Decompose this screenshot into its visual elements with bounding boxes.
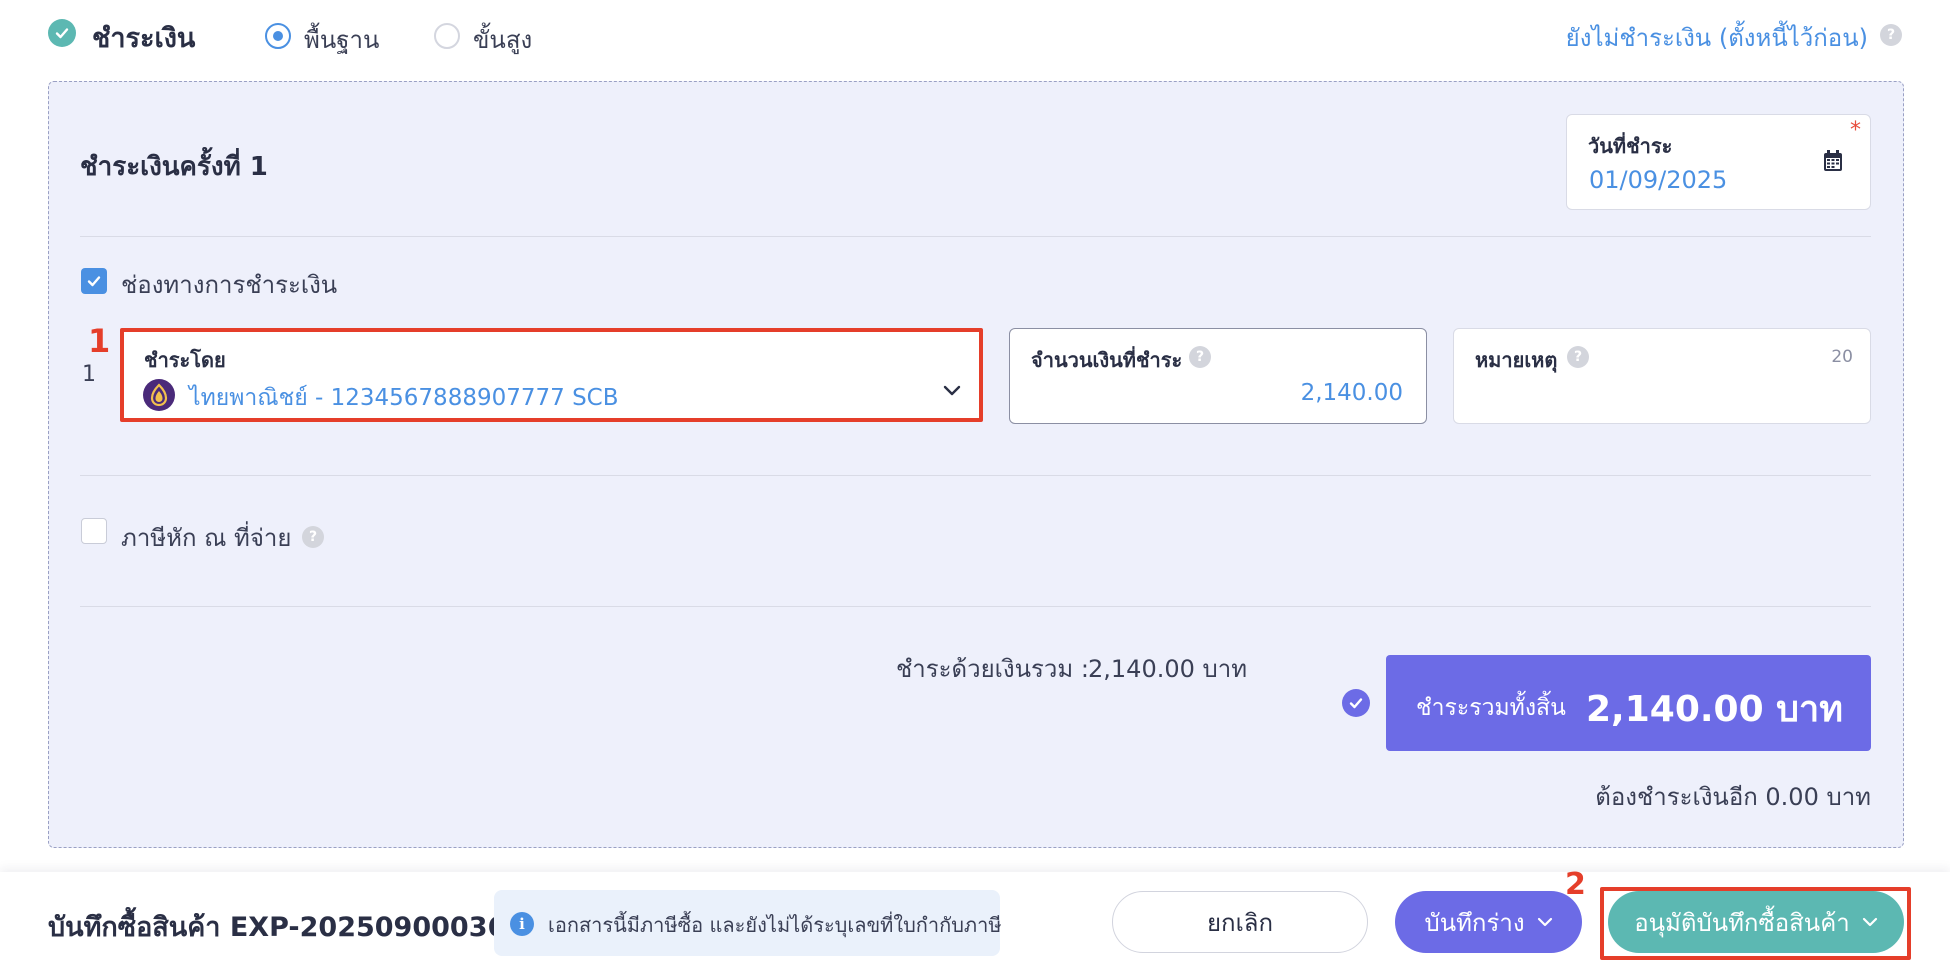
amount-help-icon[interactable]: ?	[1189, 346, 1211, 368]
note-field[interactable]	[1453, 328, 1871, 424]
total-check-icon	[1342, 689, 1370, 717]
annotation-marker-1: 1	[88, 322, 111, 360]
row-index: 1	[82, 362, 96, 387]
note-char-counter: 20	[1831, 347, 1853, 367]
divider	[80, 236, 1871, 237]
remaining-text: ต้องชำระเงินอีก 0.00 บาท	[1595, 783, 1871, 811]
note-label: หมายเหตุ	[1475, 348, 1558, 372]
radio-advanced-label[interactable]: ขั้นสูง	[473, 20, 532, 59]
notice-text: เอกสารนี้มีภาษีซื้อ และยังไม่ได้ระบุเลขท…	[548, 913, 1002, 937]
chevron-down-icon	[1537, 917, 1552, 927]
approve-button-label: อนุมัติบันทึกซื้อสินค้า	[1634, 908, 1850, 937]
grand-total-value: 2,140.00 บาท	[1586, 689, 1843, 730]
withholding-help-icon[interactable]: ?	[302, 526, 324, 548]
grand-total-label: ชำระรวมทั้งสิ้น	[1416, 695, 1566, 721]
channel-label[interactable]: ช่องทางการชำระเงิน	[121, 265, 337, 304]
chevron-down-icon	[1862, 917, 1877, 927]
pay-by-label: ชำระโดย	[144, 348, 226, 372]
cancel-button-label: ยกเลิก	[1206, 908, 1274, 937]
amount-label: จำนวนเงินที่ชำระ	[1031, 348, 1183, 372]
cash-total-label: ชำระด้วยเงินรวม :	[896, 655, 1089, 683]
cancel-button[interactable]: ยกเลิก	[1112, 891, 1368, 953]
unpaid-link[interactable]: ยังไม่ชำระเงิน (ตั้งหนี้ไว้ก่อน)	[1566, 18, 1868, 57]
divider	[80, 606, 1871, 607]
info-icon: i	[510, 912, 534, 936]
save-draft-label: บันทึกร่าง	[1424, 908, 1525, 937]
document-title: บันทึกซื้อสินค้า EXP-20250900036	[48, 912, 507, 943]
withholding-label[interactable]: ภาษีหัก ณ ที่จ่าย	[121, 518, 291, 557]
approve-button[interactable]: อนุมัติบันทึกซื้อสินค้า	[1608, 891, 1904, 953]
date-value[interactable]: 01/09/2025	[1589, 166, 1727, 194]
date-label: วันที่ชำระ	[1588, 134, 1673, 158]
withholding-checkbox[interactable]	[81, 518, 107, 544]
radio-basic[interactable]	[265, 23, 291, 49]
radio-basic-label[interactable]: พื้นฐาน	[304, 20, 379, 59]
payment-title: ชำระเงิน	[92, 23, 196, 54]
payment-check-icon	[48, 19, 76, 47]
amount-value[interactable]: 2,140.00	[1301, 380, 1403, 406]
pay-by-value[interactable]: ไทยพาณิชย์ - 1234567888907777 SCB	[189, 380, 619, 416]
amount-field[interactable]	[1009, 328, 1427, 424]
channel-checkbox[interactable]	[81, 268, 107, 294]
cash-total-value: 2,140.00 บาท	[1088, 655, 1248, 683]
annotation-marker-2: 2	[1565, 867, 1586, 902]
required-mark: *	[1850, 118, 1861, 143]
save-draft-button[interactable]: บันทึกร่าง	[1395, 891, 1582, 953]
scb-bank-logo-icon	[143, 379, 175, 415]
calendar-icon[interactable]	[1823, 150, 1843, 176]
divider	[80, 475, 1871, 476]
radio-advanced[interactable]	[434, 23, 460, 49]
section-title: ชำระเงินครั้งที่ 1	[80, 152, 268, 182]
help-icon[interactable]: ?	[1880, 24, 1902, 46]
chevron-down-icon[interactable]	[943, 382, 961, 401]
note-help-icon[interactable]: ?	[1567, 346, 1589, 368]
